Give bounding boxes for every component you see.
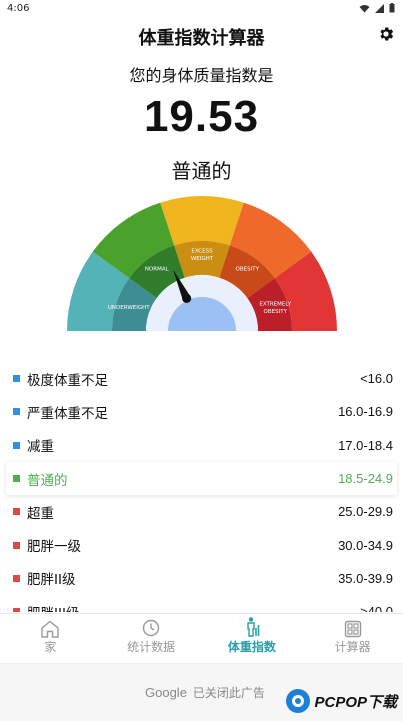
range-row: 超重 25.0-29.9 <box>0 495 403 528</box>
home-icon <box>41 620 60 638</box>
range-color-marker <box>13 508 20 516</box>
ad-closed-text: 已关闭此广告 <box>192 686 265 700</box>
nav-bmi-label: 体重指数 <box>227 640 276 654</box>
range-label: 严重体重不足 <box>27 405 108 422</box>
range-row: 肥胖II级 35.0-39.9 <box>0 562 403 595</box>
range-label: 肥胖II级 <box>27 572 76 589</box>
range-value: 35.0-39.9 <box>338 570 393 586</box>
bmi-category: 普通的 <box>171 159 232 183</box>
gauge-needle-cap <box>182 293 192 304</box>
range-color-marker <box>13 574 20 582</box>
range-row: 肥胖III级>40.0 <box>0 595 403 612</box>
range-color-marker <box>13 441 20 449</box>
gauge-segment-label: OBESITY <box>236 267 260 273</box>
range-row: 肥胖一级 30.0-34.9 <box>0 528 403 561</box>
app-bar: 体重指数计算器 <box>0 20 403 52</box>
bmi-range-list: 极度体重不足 <16.0 严重体重不足 16.0-16.9 减重 17.0-18.4 普通的… <box>0 362 403 612</box>
range-value: 25.0-29.9 <box>338 504 393 520</box>
stats-icon <box>142 619 160 637</box>
bmi-gauge: UNDERWEIGHT NORMAL EXCESS WEIGHT OBESITY EXTR… <box>67 196 337 331</box>
range-row: 极度体重不足 <16.0 <box>0 362 403 395</box>
range-label: 超重 <box>27 505 54 522</box>
nav-stats-label: 统计数据 <box>127 640 176 654</box>
gauge-segment-label: NORMAL <box>145 267 170 273</box>
signal-icon <box>375 3 384 13</box>
ad-closed-notice: Google 已关闭此广告 <box>145 684 265 701</box>
range-color-marker <box>13 408 20 416</box>
range-value: 17.0-18.4 <box>338 437 393 453</box>
range-label: 普通的 <box>27 472 68 489</box>
range-value: >40.0 <box>360 604 393 612</box>
range-label: 极度体重不足 <box>27 372 108 389</box>
range-value: <16.0 <box>360 371 393 387</box>
range-row: 严重体重不足 16.0-16.9 <box>0 395 403 428</box>
watermark-text: PCPOP下载 <box>314 693 397 711</box>
nav-calculator[interactable]: 计算器 <box>302 614 403 664</box>
gauge-segment-label: EXCESS WEIGHT <box>191 249 214 263</box>
bottom-nav: 家 统计数据 体重指数 计算器 <box>0 613 403 664</box>
range-row: 减重 17.0-18.4 <box>0 429 403 462</box>
gear-icon[interactable] <box>377 25 395 43</box>
range-label: 肥胖一级 <box>27 539 81 556</box>
range-color-marker <box>13 375 20 383</box>
calculator-icon <box>344 620 361 638</box>
ad-banner: Google 已关闭此广告 PCPOP下载 <box>0 663 403 721</box>
range-value: 30.0-34.9 <box>338 537 393 553</box>
battery-icon <box>389 3 395 13</box>
range-color-marker <box>13 475 20 483</box>
watermark: PCPOP下载 <box>285 688 397 714</box>
gauge-segment-label: EXTREMELY OBESITY <box>259 302 291 316</box>
nav-calculator-label: 计算器 <box>334 640 371 654</box>
range-row: 普通的 18.5-24.9 <box>6 461 397 496</box>
nav-home[interactable]: 家 <box>0 614 101 664</box>
range-value: 16.0-16.9 <box>338 404 393 420</box>
range-label: 减重 <box>27 439 54 456</box>
bmi-person-icon <box>247 617 260 637</box>
nav-home-label: 家 <box>44 640 57 654</box>
gauge-segment-label: UNDERWEIGHT <box>108 305 150 311</box>
nav-bmi[interactable]: 体重指数 <box>202 614 303 664</box>
nav-stats[interactable]: 统计数据 <box>101 614 202 664</box>
bmi-value: 19.53 <box>143 92 260 141</box>
range-color-marker <box>13 541 20 549</box>
result-subtitle: 您的身体质量指数是 <box>129 66 274 85</box>
google-label: Google <box>145 685 187 700</box>
range-value: 18.5-24.9 <box>338 471 393 487</box>
page-title: 体重指数计算器 <box>138 28 265 49</box>
status-bar: 4:06 <box>0 0 403 18</box>
range-label: 肥胖III级 <box>27 602 360 612</box>
range-color-marker <box>13 608 20 612</box>
status-icons <box>359 3 395 13</box>
wifi-icon <box>359 4 370 12</box>
pcpop-logo-icon <box>286 689 311 713</box>
gauge-segment-outer <box>160 196 244 246</box>
status-time: 4:06 <box>7 3 30 14</box>
